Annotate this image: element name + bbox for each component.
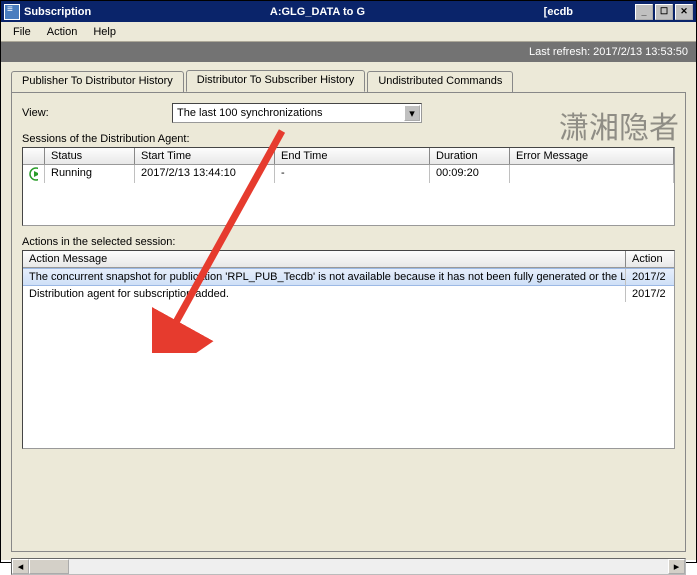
- titlebar: Subscription A:GLG_DATA to G [ecdb _ ☐ ✕: [1, 1, 696, 22]
- title-left: Subscription: [24, 6, 91, 18]
- cell-action-time: 2017/2: [626, 269, 674, 285]
- col-action[interactable]: Action: [626, 251, 674, 267]
- actions-header: Action Message Action: [23, 251, 674, 268]
- scroll-left-icon[interactable]: ◂: [12, 559, 29, 574]
- cell-end: -: [275, 165, 430, 183]
- title-right: [ecdb: [544, 6, 573, 18]
- refresh-bar: Last refresh: 2017/2/13 13:53:50: [1, 42, 696, 62]
- menu-action[interactable]: Action: [39, 24, 86, 40]
- cell-duration: 00:09:20: [430, 165, 510, 183]
- action-row[interactable]: The concurrent snapshot for publication …: [23, 268, 674, 286]
- view-label: View:: [22, 107, 172, 119]
- tab-label: Distributor To Subscriber History: [197, 74, 355, 86]
- actions-label: Actions in the selected session:: [22, 236, 675, 248]
- scroll-right-icon[interactable]: ▸: [668, 559, 685, 574]
- col-end[interactable]: End Time: [275, 148, 430, 164]
- tab-label: Publisher To Distributor History: [22, 75, 173, 87]
- session-row[interactable]: Running 2017/2/13 13:44:10 - 00:09:20: [23, 165, 674, 183]
- col-icon[interactable]: [23, 148, 45, 164]
- minimize-button[interactable]: _: [635, 4, 653, 20]
- view-value: The last 100 synchronizations: [177, 107, 323, 119]
- sessions-grid: Status Start Time End Time Duration Erro…: [22, 147, 675, 226]
- cell-start: 2017/2/13 13:44:10: [135, 165, 275, 183]
- title-center: A:GLG_DATA to G: [270, 6, 365, 18]
- sessions-header: Status Start Time End Time Duration Erro…: [23, 148, 674, 165]
- col-status[interactable]: Status: [45, 148, 135, 164]
- cell-error: [510, 165, 674, 183]
- tab-distributor-history[interactable]: Distributor To Subscriber History: [186, 70, 366, 92]
- app-icon: [4, 4, 20, 20]
- cell-status: Running: [45, 165, 135, 183]
- close-button[interactable]: ✕: [675, 4, 693, 20]
- tab-strip: Publisher To Distributor History Distrib…: [11, 70, 686, 92]
- menubar: File Action Help: [1, 22, 696, 42]
- tab-undistributed-commands[interactable]: Undistributed Commands: [367, 71, 513, 93]
- tab-label: Undistributed Commands: [378, 75, 502, 87]
- menu-file[interactable]: File: [5, 24, 39, 40]
- chevron-down-icon: ▾: [404, 105, 420, 121]
- col-error[interactable]: Error Message: [510, 148, 674, 164]
- cell-action-message: The concurrent snapshot for publication …: [23, 269, 626, 285]
- maximize-button[interactable]: ☐: [655, 4, 673, 20]
- content-area: Publisher To Distributor History Distrib…: [1, 62, 696, 560]
- tab-publisher-history[interactable]: Publisher To Distributor History: [11, 71, 184, 93]
- col-duration[interactable]: Duration: [430, 148, 510, 164]
- running-icon: [23, 165, 45, 183]
- col-action-message[interactable]: Action Message: [23, 251, 626, 267]
- horizontal-scrollbar[interactable]: ◂ ▸: [11, 558, 686, 575]
- view-dropdown[interactable]: The last 100 synchronizations ▾: [172, 103, 422, 123]
- sessions-label: Sessions of the Distribution Agent:: [22, 133, 675, 145]
- actions-grid: Action Message Action The concurrent sna…: [22, 250, 675, 449]
- col-start[interactable]: Start Time: [135, 148, 275, 164]
- menu-help[interactable]: Help: [85, 24, 124, 40]
- action-row[interactable]: Distribution agent for subscription adde…: [23, 286, 674, 302]
- cell-action-time: 2017/2: [626, 286, 674, 302]
- cell-action-message: Distribution agent for subscription adde…: [23, 286, 626, 302]
- tab-body: 潇湘隐者 View: The last 100 synchronizations…: [11, 92, 686, 552]
- last-refresh-label: Last refresh: 2017/2/13 13:53:50: [529, 46, 688, 58]
- scroll-track[interactable]: [29, 559, 668, 574]
- scroll-thumb[interactable]: [29, 559, 69, 574]
